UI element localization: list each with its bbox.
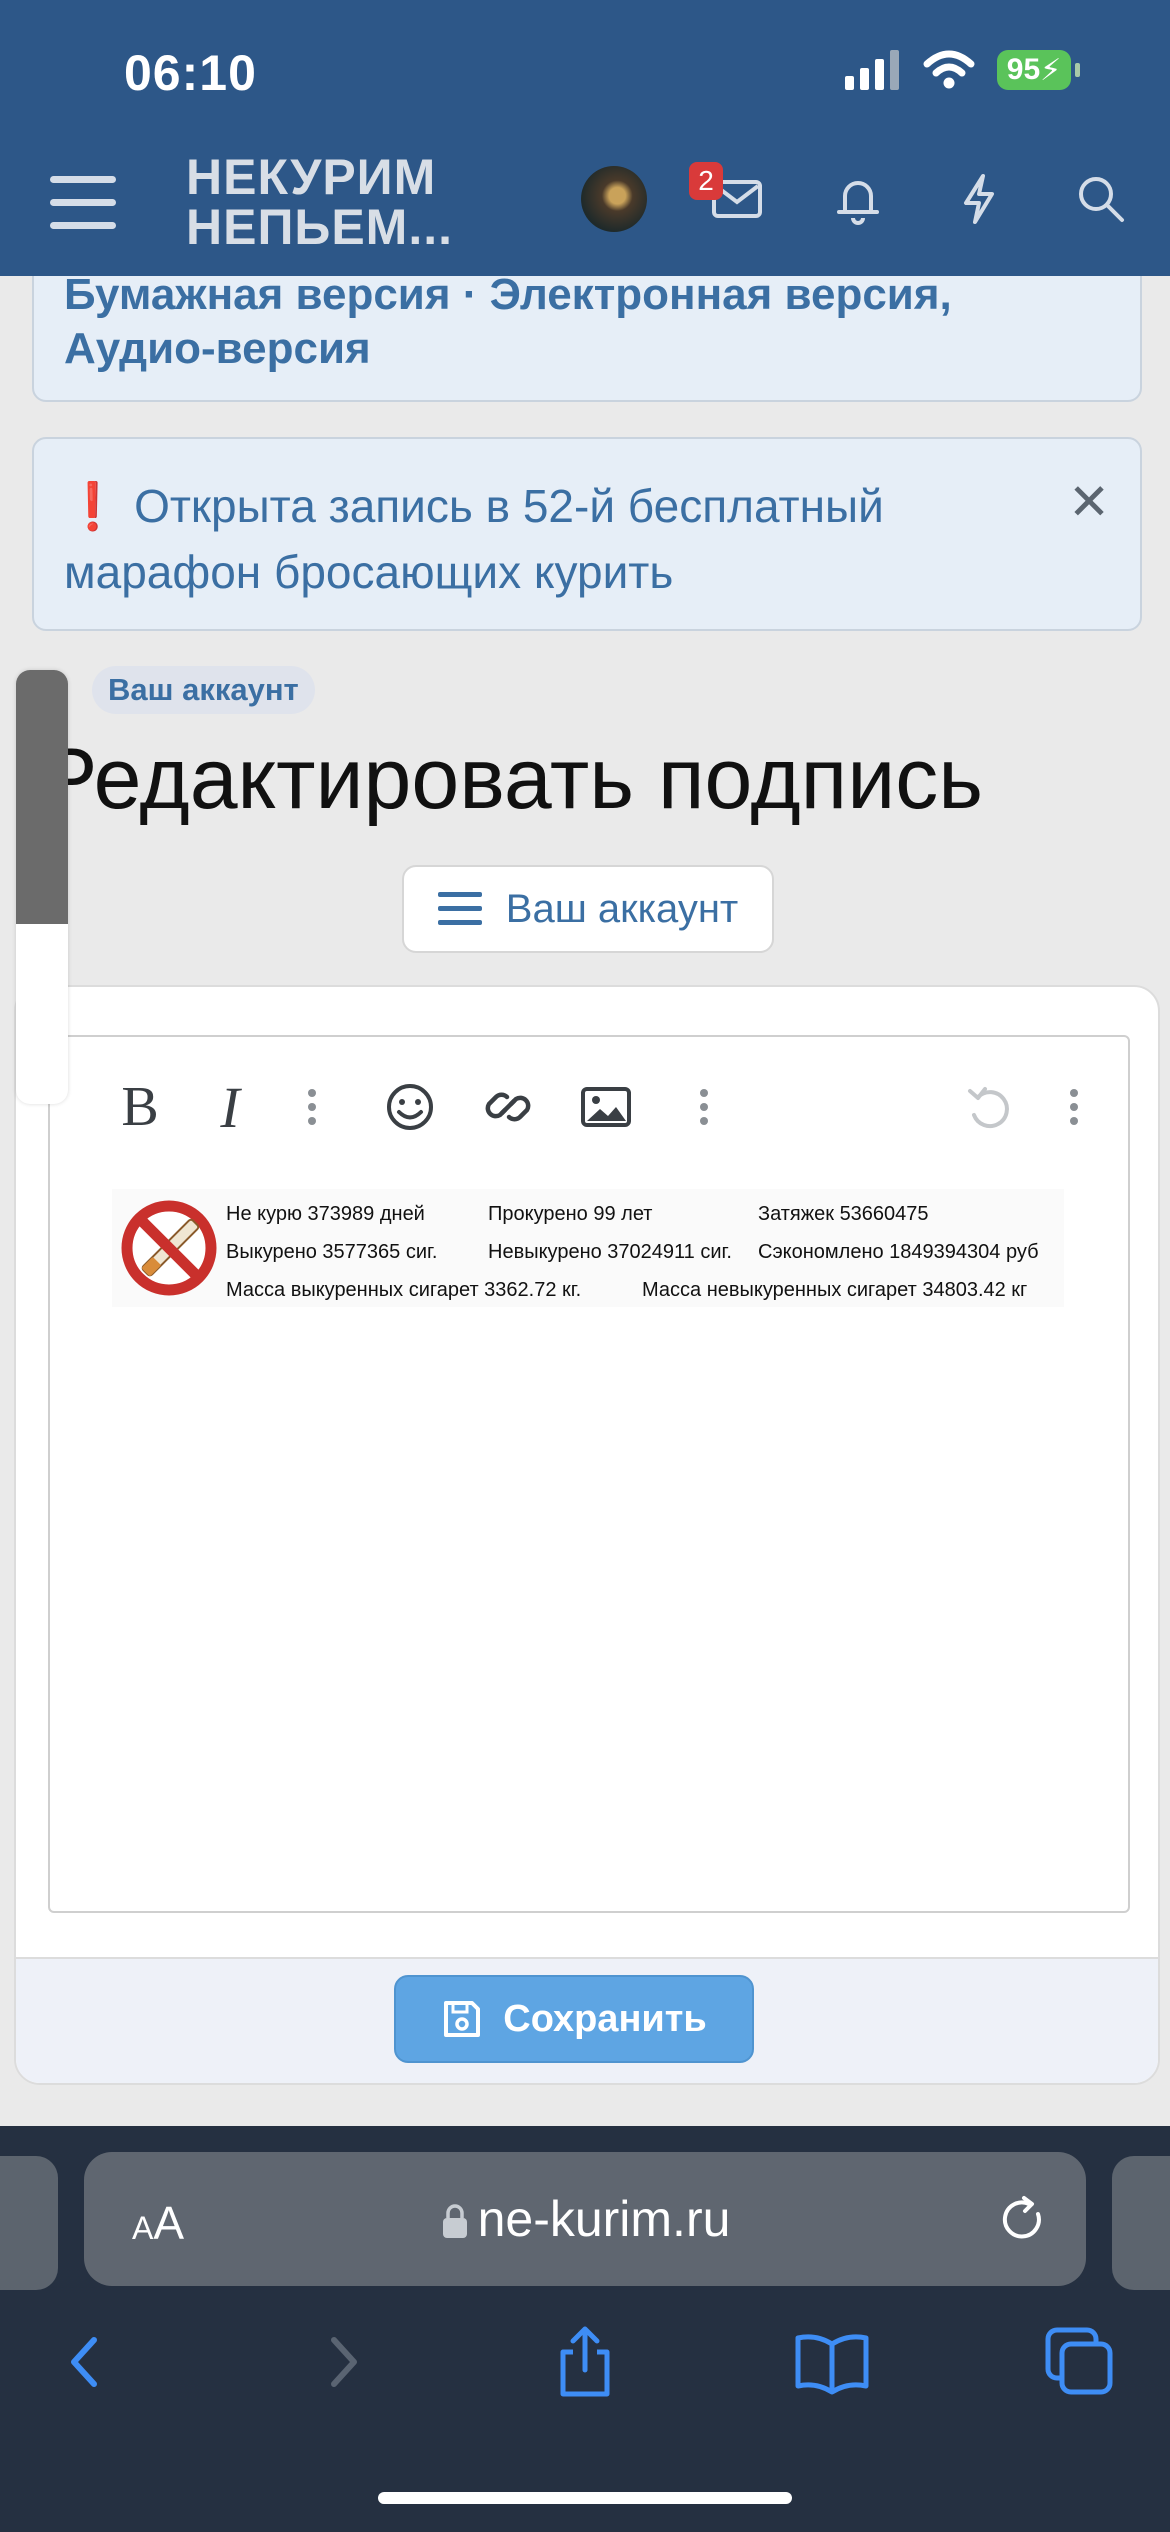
stat-mass-smoked: Масса выкуренных сигарет 3362.72 кг. bbox=[226, 1279, 582, 1301]
account-menu-label: Ваш аккаунт bbox=[505, 886, 739, 931]
stat-saved: Сэкономлено 1849394304 руб bbox=[758, 1241, 1039, 1263]
next-tab-peek[interactable] bbox=[1112, 2156, 1170, 2290]
wifi-icon bbox=[923, 50, 975, 89]
battery-indicator: 95 ⚡ bbox=[997, 50, 1071, 90]
breadcrumb[interactable]: Ваш аккаунт bbox=[92, 666, 315, 714]
stat-puffs: Затяжек 53660475 bbox=[758, 1203, 929, 1225]
tabs-icon[interactable] bbox=[1040, 2322, 1120, 2402]
smile-icon[interactable] bbox=[380, 1077, 440, 1137]
stat-not-smoked: Невыкурено 37024911 сиг. bbox=[488, 1241, 732, 1263]
editor-frame[interactable]: B I Не курю 373989 дней Прокурено 99 лет… bbox=[48, 1035, 1130, 1913]
scroll-indicator[interactable] bbox=[16, 670, 68, 1104]
italic-button[interactable]: I bbox=[200, 1075, 260, 1140]
more-vertical-icon[interactable] bbox=[674, 1077, 734, 1137]
bookmarks-icon[interactable] bbox=[792, 2322, 872, 2402]
notice-marathon: ❗ Открыта запись в 52-й бесплатный мараф… bbox=[32, 437, 1142, 631]
share-icon[interactable] bbox=[545, 2322, 625, 2402]
notice-audio-link[interactable]: Аудио-версия bbox=[64, 316, 371, 382]
list-icon bbox=[437, 892, 482, 925]
site-header: 06:10 95 ⚡ НЕКУРИМ НЕПЬЕМ... 2 bbox=[0, 0, 1170, 276]
bell-icon[interactable] bbox=[829, 170, 887, 228]
signature-stats: Не курю 373989 дней Прокурено 99 лет Зат… bbox=[226, 1195, 1064, 1307]
exclamation-icon: ❗ bbox=[64, 480, 122, 532]
site-logo[interactable]: НЕКУРИМ НЕПЬЕМ... bbox=[186, 152, 453, 252]
menu-icon[interactable] bbox=[50, 176, 116, 230]
save-label: Сохранить bbox=[503, 1997, 707, 2040]
undo-icon[interactable] bbox=[960, 1077, 1020, 1137]
signature-image[interactable]: Не курю 373989 дней Прокурено 99 лет Зат… bbox=[112, 1189, 1064, 1307]
mail-count-badge: 2 bbox=[689, 162, 723, 200]
signature-row: Не курю 373989 дней Прокурено 99 лет Зат… bbox=[226, 1195, 1064, 1233]
link-icon[interactable] bbox=[478, 1077, 538, 1137]
bold-button[interactable]: B bbox=[110, 1076, 170, 1138]
reload-icon[interactable] bbox=[996, 2192, 1050, 2246]
notice-marathon-text[interactable]: ❗ Открыта запись в 52-й бесплатный мараф… bbox=[64, 473, 1074, 605]
account-menu-button[interactable]: Ваш аккаунт bbox=[402, 865, 774, 953]
status-time: 06:10 bbox=[124, 45, 257, 101]
signature-row: Выкурено 3577365 сиг. Невыкурено 3702491… bbox=[226, 1233, 1064, 1271]
battery-cap bbox=[1075, 63, 1080, 77]
stat-days: Не курю 373989 дней bbox=[226, 1203, 425, 1225]
signature-editor-block: B I Не курю 373989 дней Прокурено 99 лет… bbox=[14, 985, 1160, 2085]
status-icons: 95 ⚡ bbox=[845, 50, 1080, 90]
logo-line-2: НЕПЬЕМ... bbox=[186, 199, 454, 255]
address-bar[interactable]: AA ne-kurim.ru bbox=[84, 2152, 1086, 2286]
stat-smoked-years: Прокурено 99 лет bbox=[488, 1203, 653, 1225]
signal-icon bbox=[845, 50, 899, 90]
forward-icon[interactable] bbox=[300, 2322, 380, 2402]
search-icon[interactable] bbox=[1072, 170, 1130, 228]
close-icon[interactable]: ✕ bbox=[1068, 473, 1110, 531]
page-title: Редактировать подпись bbox=[40, 731, 984, 827]
notice-marathon-label: Открыта запись в 52-й бесплатный марафон… bbox=[64, 480, 884, 598]
back-icon[interactable] bbox=[48, 2322, 128, 2402]
save-icon bbox=[444, 2001, 481, 2037]
logo-line-1: НЕКУРИМ bbox=[186, 149, 437, 205]
lightning-icon[interactable] bbox=[950, 170, 1008, 228]
stat-mass-not-smoked: Масса невыкуренных сигарет 34803.42 кг bbox=[642, 1279, 1028, 1301]
lock-icon bbox=[442, 2204, 467, 2238]
stat-smoked: Выкурено 3577365 сиг. bbox=[226, 1241, 438, 1263]
no-smoking-icon bbox=[121, 1200, 217, 1296]
url-display[interactable]: ne-kurim.ru bbox=[84, 2190, 1086, 2248]
image-icon[interactable] bbox=[576, 1077, 636, 1137]
more-vertical-icon[interactable] bbox=[282, 1077, 342, 1137]
home-indicator bbox=[378, 2492, 792, 2504]
avatar[interactable] bbox=[581, 166, 647, 232]
browser-nav bbox=[0, 2322, 1170, 2412]
url-text: ne-kurim.ru bbox=[477, 2191, 731, 2247]
editor-footer: Сохранить bbox=[16, 1957, 1158, 2083]
signature-row: Масса выкуренных сигарет 3362.72 кг. Мас… bbox=[226, 1271, 1064, 1307]
scroll-thumb[interactable] bbox=[16, 670, 68, 924]
editor-toolbar: B I bbox=[50, 1037, 1128, 1167]
previous-tab-peek[interactable] bbox=[0, 2156, 58, 2290]
save-button[interactable]: Сохранить bbox=[394, 1975, 754, 2063]
browser-toolbar: AA ne-kurim.ru bbox=[0, 2126, 1170, 2532]
more-vertical-icon[interactable] bbox=[1044, 1077, 1104, 1137]
